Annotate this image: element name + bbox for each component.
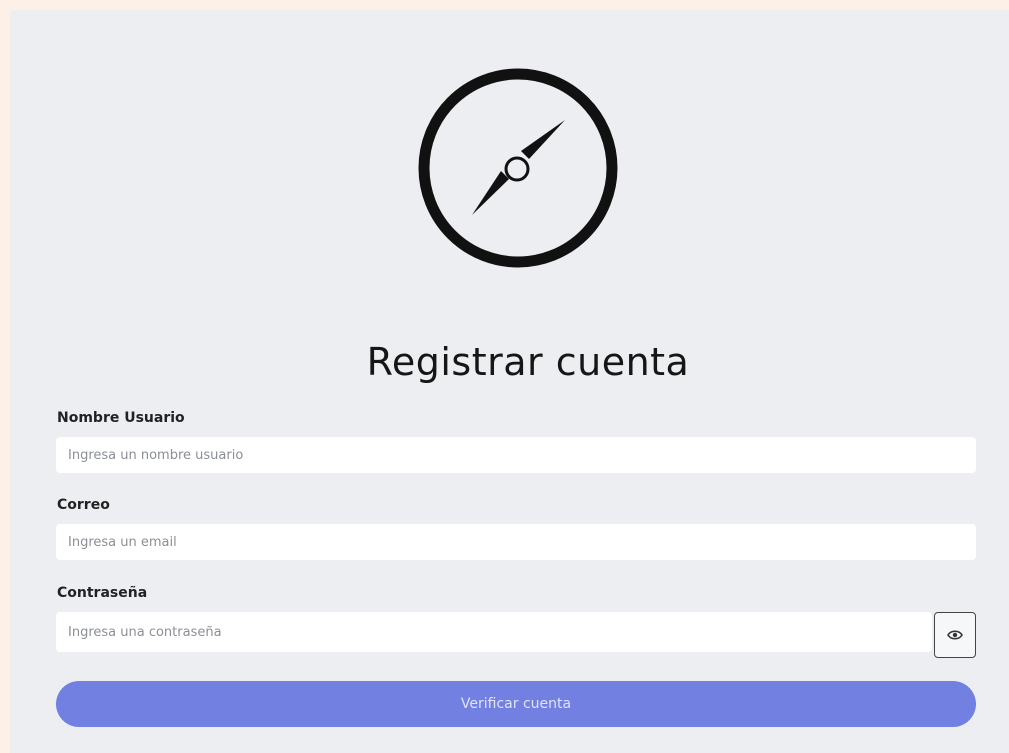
verify-account-button[interactable]: Verificar cuenta — [56, 681, 976, 727]
toggle-password-visibility-button[interactable] — [934, 612, 976, 658]
compass-icon — [418, 68, 618, 268]
username-label: Nombre Usuario — [57, 410, 185, 426]
eye-icon — [947, 630, 963, 640]
password-label: Contraseña — [57, 585, 148, 601]
email-label: Correo — [57, 497, 110, 513]
password-input[interactable] — [56, 612, 932, 652]
username-input[interactable] — [56, 437, 976, 473]
email-input[interactable] — [56, 524, 976, 560]
register-card: Registrar cuenta Nombre Usuario Correo C… — [10, 10, 1009, 753]
page-title: Registrar cuenta — [366, 340, 690, 384]
